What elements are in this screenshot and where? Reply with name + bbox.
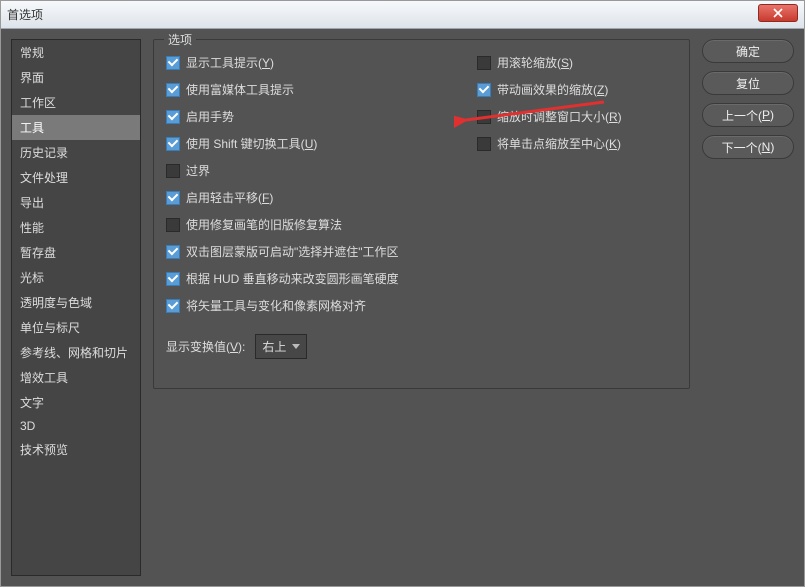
right-button-panel: 确定 复位 上一个(P) 下一个(N) — [702, 39, 794, 576]
checkbox-label: 根据 HUD 垂直移动来改变圆形画笔硬度 — [186, 270, 399, 287]
checkbox-label: 启用轻击平移(F) — [186, 189, 273, 206]
options-legend: 选项 — [164, 31, 196, 48]
main-panel: 选项 显示工具提示(Y)使用富媒体工具提示启用手势使用 Shift 键切换工具(… — [153, 39, 690, 576]
ok-button[interactable]: 确定 — [702, 39, 794, 63]
checkbox-label: 启用手势 — [186, 108, 234, 125]
close-icon — [773, 8, 783, 18]
sidebar-item[interactable]: 历史记录 — [12, 140, 140, 165]
checkbox[interactable] — [166, 299, 180, 313]
checkbox-label: 带动画效果的缩放(Z) — [497, 81, 608, 98]
next-button[interactable]: 下一个(N) — [702, 135, 794, 159]
sidebar-item[interactable]: 导出 — [12, 190, 140, 215]
preferences-window: 首选项 常规界面工作区工具历史记录文件处理导出性能暂存盘光标透明度与色域单位与标… — [0, 0, 805, 587]
checkbox-row: 将单击点缩放至中心(K) — [477, 135, 677, 152]
options-col-right: 用滚轮缩放(S) 带动画效果的缩放(Z) 缩放时调整窗口大小(R) 将单击点缩放至中心… — [477, 54, 677, 314]
checkbox-label: 使用 Shift 键切换工具(U) — [186, 135, 317, 152]
checkbox-row: 使用富媒体工具提示 — [166, 81, 447, 98]
checkbox-row: 双击图层蒙版可启动"选择并遮住"工作区 — [166, 243, 447, 260]
transform-display-select[interactable]: 右上 — [255, 334, 307, 359]
checkbox[interactable] — [166, 137, 180, 151]
checkbox[interactable] — [477, 83, 491, 97]
checkbox-row: 用滚轮缩放(S) — [477, 54, 677, 71]
titlebar: 首选项 — [1, 1, 804, 29]
checkbox[interactable] — [166, 272, 180, 286]
checkbox-row: 将矢量工具与变化和像素网格对齐 — [166, 297, 447, 314]
checkbox-label: 双击图层蒙版可启动"选择并遮住"工作区 — [186, 243, 399, 260]
checkbox-row: 启用手势 — [166, 108, 447, 125]
options-col-left: 显示工具提示(Y) 使用富媒体工具提示启用手势使用 Shift 键切换工具(U) 过… — [166, 54, 447, 314]
options-fieldset: 选项 显示工具提示(Y)使用富媒体工具提示启用手势使用 Shift 键切换工具(… — [153, 39, 690, 389]
checkbox-label: 使用修复画笔的旧版修复算法 — [186, 216, 342, 233]
sidebar-item[interactable]: 暂存盘 — [12, 240, 140, 265]
chevron-down-icon — [292, 344, 300, 349]
checkbox-label: 过界 — [186, 162, 210, 179]
sidebar-item[interactable]: 3D — [12, 415, 140, 437]
sidebar-item[interactable]: 性能 — [12, 215, 140, 240]
checkbox-row: 缩放时调整窗口大小(R) — [477, 108, 677, 125]
sidebar-item[interactable]: 界面 — [12, 65, 140, 90]
checkbox[interactable] — [166, 110, 180, 124]
window-title: 首选项 — [7, 6, 43, 23]
checkbox-row: 启用轻击平移(F) — [166, 189, 447, 206]
sidebar-item[interactable]: 文字 — [12, 390, 140, 415]
checkbox-row: 根据 HUD 垂直移动来改变圆形画笔硬度 — [166, 270, 447, 287]
checkbox-row: 使用修复画笔的旧版修复算法 — [166, 216, 447, 233]
sidebar-item[interactable]: 常规 — [12, 40, 140, 65]
body: 常规界面工作区工具历史记录文件处理导出性能暂存盘光标透明度与色域单位与标尺参考线… — [1, 29, 804, 586]
checkbox-label: 缩放时调整窗口大小(R) — [497, 108, 622, 125]
checkbox[interactable] — [166, 218, 180, 232]
checkbox-row: 过界 — [166, 162, 447, 179]
checkbox-row: 显示工具提示(Y) — [166, 54, 447, 71]
sidebar-item[interactable]: 光标 — [12, 265, 140, 290]
checkbox[interactable] — [166, 164, 180, 178]
transform-label: 显示变换值(V): — [166, 338, 245, 355]
sidebar: 常规界面工作区工具历史记录文件处理导出性能暂存盘光标透明度与色域单位与标尺参考线… — [11, 39, 141, 576]
transform-display-value: 右上 — [262, 338, 286, 355]
checkbox[interactable] — [477, 56, 491, 70]
sidebar-item[interactable]: 技术预览 — [12, 437, 140, 462]
reset-button[interactable]: 复位 — [702, 71, 794, 95]
transform-display-row: 显示变换值(V): 右上 — [166, 334, 677, 359]
sidebar-item[interactable]: 文件处理 — [12, 165, 140, 190]
checkbox-label: 显示工具提示(Y) — [186, 54, 274, 71]
checkbox[interactable] — [166, 191, 180, 205]
checkbox[interactable] — [477, 137, 491, 151]
checkbox-label: 用滚轮缩放(S) — [497, 54, 573, 71]
checkbox-label: 将矢量工具与变化和像素网格对齐 — [186, 297, 366, 314]
prev-button[interactable]: 上一个(P) — [702, 103, 794, 127]
options-columns: 显示工具提示(Y) 使用富媒体工具提示启用手势使用 Shift 键切换工具(U) 过… — [166, 54, 677, 314]
sidebar-item[interactable]: 单位与标尺 — [12, 315, 140, 340]
sidebar-item[interactable]: 工作区 — [12, 90, 140, 115]
sidebar-item[interactable]: 增效工具 — [12, 365, 140, 390]
checkbox-row: 使用 Shift 键切换工具(U) — [166, 135, 447, 152]
sidebar-item[interactable]: 工具 — [12, 115, 140, 140]
sidebar-item[interactable]: 参考线、网格和切片 — [12, 340, 140, 365]
checkbox-label: 使用富媒体工具提示 — [186, 81, 294, 98]
close-button[interactable] — [758, 4, 798, 22]
sidebar-item[interactable]: 透明度与色域 — [12, 290, 140, 315]
checkbox-label: 将单击点缩放至中心(K) — [497, 135, 621, 152]
checkbox[interactable] — [166, 245, 180, 259]
checkbox-row: 带动画效果的缩放(Z) — [477, 81, 677, 98]
checkbox[interactable] — [166, 83, 180, 97]
checkbox[interactable] — [166, 56, 180, 70]
checkbox[interactable] — [477, 110, 491, 124]
